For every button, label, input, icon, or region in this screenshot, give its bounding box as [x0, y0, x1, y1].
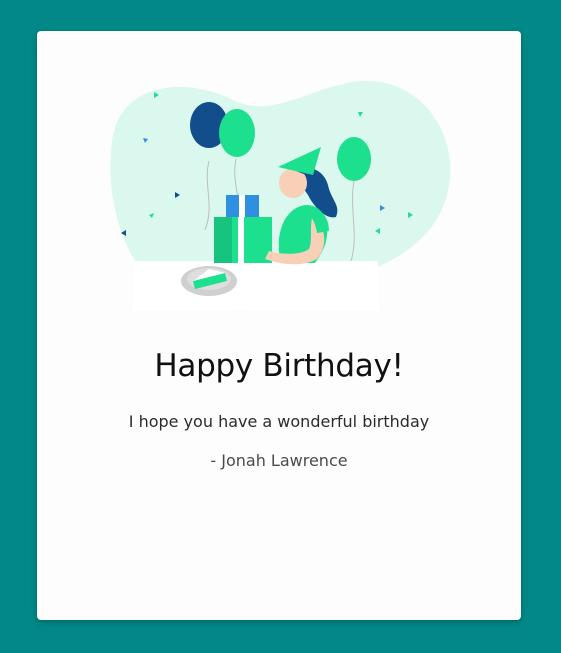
page-title: Happy Birthday!: [154, 348, 404, 384]
table: [134, 261, 378, 310]
balloon-green-right-icon: [337, 137, 371, 181]
birthday-party-illustration: [110, 80, 451, 311]
signature: - Jonah Lawrence: [210, 451, 348, 470]
balloon-green-icon: [219, 109, 255, 157]
birthday-card: Happy Birthday! I hope you have a wonder…: [37, 31, 521, 620]
birthday-message: I hope you have a wonderful birthday: [128, 412, 430, 431]
